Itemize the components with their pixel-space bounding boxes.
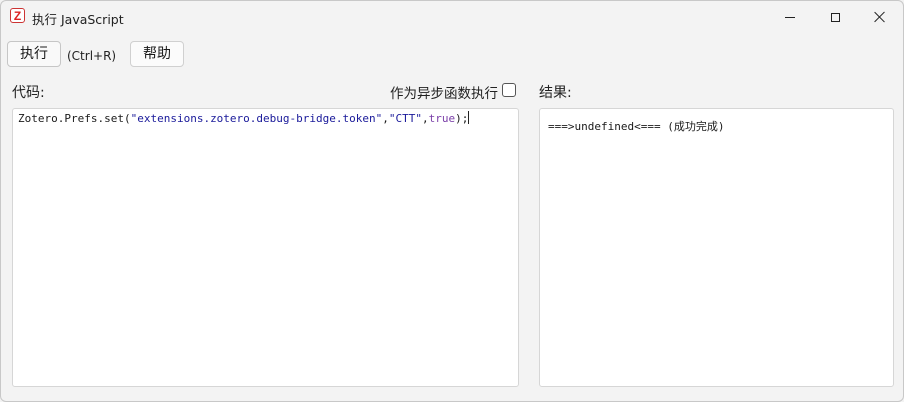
code-string-pref: "extensions.zotero.debug-bridge.token": [130, 112, 383, 125]
maximize-icon: [830, 12, 840, 22]
close-button[interactable]: [857, 1, 903, 33]
code-keyword: true: [428, 112, 456, 125]
result-label: 结果:: [539, 85, 572, 101]
window-title: 执行 JavaScript: [32, 12, 124, 27]
run-button[interactable]: 执行: [7, 41, 61, 67]
code-close: );: [455, 112, 469, 125]
run-javascript-window: Z 执行 JavaScript 执行 (Ctrl+R) 帮助 代码: 作为异步函…: [0, 0, 904, 402]
code-string-value: "CTT": [388, 112, 423, 125]
close-icon: [874, 11, 886, 23]
code-call: Zotero.Prefs.set(: [18, 112, 131, 125]
result-text: ===>undefined<=== (成功完成): [548, 120, 725, 133]
maximize-button[interactable]: [812, 1, 858, 33]
minimize-button[interactable]: [767, 1, 813, 33]
title-bar[interactable]: Z 执行 JavaScript: [1, 1, 903, 33]
result-output[interactable]: ===>undefined<=== (成功完成): [539, 108, 894, 387]
code-line: Zotero.Prefs.set("extensions.zotero.debu…: [18, 111, 470, 126]
async-checkbox[interactable]: [502, 83, 516, 97]
zotero-icon: Z: [10, 8, 25, 23]
text-caret: [468, 111, 470, 124]
code-editor[interactable]: Zotero.Prefs.set("extensions.zotero.debu…: [12, 108, 519, 387]
run-shortcut-hint: (Ctrl+R): [67, 49, 117, 63]
code-comma: ,: [382, 112, 389, 125]
help-button[interactable]: 帮助: [130, 41, 184, 67]
code-comma: ,: [422, 112, 429, 125]
code-label: 代码:: [12, 85, 45, 101]
minimize-icon: [785, 16, 795, 18]
async-label: 作为异步函数执行: [390, 86, 498, 102]
